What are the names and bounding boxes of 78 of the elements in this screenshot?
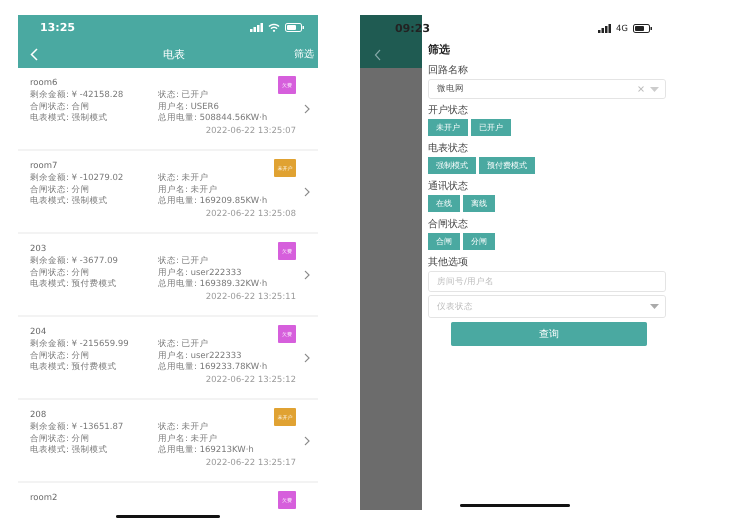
wifi-icon [268,23,280,32]
switch-state-text: 合闸状态: 分闸 [30,268,91,279]
status-text: 状态: 已开户 [158,339,210,350]
battery-icon [633,24,652,33]
chevron-right-icon [304,186,310,196]
usage-text: 总用电量: 169233.78KW·h [158,362,268,374]
signal-icon [598,24,611,33]
switch-state-text: 合闸状态: 分闸 [30,350,91,362]
meter-mode-text: 电表模式: 强制模式 [30,196,109,208]
meter-name: 203 [30,244,46,254]
page-title: 电表 [163,46,185,62]
meter-mode-text: 电表模式: 强制模式 [30,113,109,124]
balance-text: 剩余金额: ¥ -3677.09 [30,256,119,268]
chevron-right-icon [304,352,310,362]
switch-state-text: 合闸状态: 合闸 [30,102,91,113]
username-text: 用户名: 未开户 [158,434,219,445]
status-text: 状态: 已开户 [158,256,210,268]
username-text: 用户名: USER6 [158,102,220,113]
filter-chip[interactable]: 未开户 [428,119,468,136]
switch-state-text: 合闸状态: 分闸 [30,184,91,196]
section-label: 开户状态 [428,104,469,117]
network-label: 4G [616,24,628,34]
timestamp: 2022-06-22 13:25:11 [204,290,296,302]
usage-text: 总用电量: 508844.56KW·h [158,113,268,124]
filter-chip[interactable]: 合闸 [428,233,460,250]
filter-chip[interactable]: 在线 [428,195,460,212]
meter-mode-text: 电表模式: 预付费模式 [30,362,118,374]
status-time: 13:25 [40,21,76,34]
clear-icon[interactable] [638,86,644,92]
username-text: 用户名: user222333 [158,350,243,362]
panel-title: 筛选 [428,42,451,57]
balance-text: 剩余金额: ¥ -10279.02 [30,173,124,184]
meter-mode-text: 电表模式: 强制模式 [30,445,109,456]
query-button[interactable]: 查询 [451,322,647,346]
filter-chip[interactable]: 已开户 [471,119,511,136]
username-text: 用户名: 未开户 [158,184,219,196]
section-label: 电表状态 [428,142,469,155]
usage-text: 总用电量: 169213KW·h [158,445,255,456]
filter-chip[interactable]: 离线 [463,195,495,212]
meter-name: room2 [30,493,58,503]
meter-name: room6 [30,78,58,88]
search-field[interactable]: 房间号/用户名 [428,271,666,292]
balance-text: 剩余金额: ¥ -215659.99 [30,339,130,350]
caret-down-icon [650,304,659,309]
meter-status-select[interactable]: 仪表状态 [428,295,666,318]
timestamp: 2022-06-22 13:25:07 [204,124,296,136]
section-label: 回路名称 [428,64,469,77]
back-icon[interactable] [374,49,381,61]
switch-state-text: 合闸状态: 分闸 [30,434,91,445]
caret-down-icon [650,86,659,92]
filter-chip[interactable]: 强制模式 [428,157,476,174]
meter-name: room7 [30,161,58,171]
status-text: 状态: 未开户 [158,173,210,184]
status-text: 状态: 未开户 [158,422,210,434]
timestamp: 2022-06-22 13:25:17 [204,456,296,468]
balance-text: 剩余金额: ¥ -42158.28 [30,90,124,102]
section-label: 合闸状态 [428,218,469,231]
signal-icon [250,23,263,32]
usage-text: 总用电量: 169389.32KW·h [158,279,268,290]
meter-name: 208 [30,410,46,420]
circuit-select[interactable]: 微电网 [428,79,666,99]
timestamp: 2022-06-22 13:25:12 [204,374,296,386]
filter-link[interactable]: 筛选 [294,47,318,61]
balance-text: 剩余金额: ¥ -13651.87 [30,422,124,434]
usage-text: 总用电量: 169209.85KW·h [158,196,268,208]
meter-mode-text: 电表模式: 预付费模式 [30,279,118,290]
chevron-right-icon [304,104,310,114]
chevron-right-icon [304,270,310,280]
timestamp: 2022-06-22 13:25:08 [204,208,296,220]
battery-icon [285,23,304,32]
username-text: 用户名: user222333 [158,268,243,279]
meter-name: 204 [30,327,46,337]
filter-chip[interactable]: 分闸 [463,233,495,250]
chevron-right-icon [304,436,310,446]
status-text: 状态: 已开户 [158,90,210,102]
section-label: 通讯状态 [428,180,469,193]
section-label: 其他选项 [428,256,469,269]
filter-chip[interactable]: 预付费模式 [479,157,535,174]
